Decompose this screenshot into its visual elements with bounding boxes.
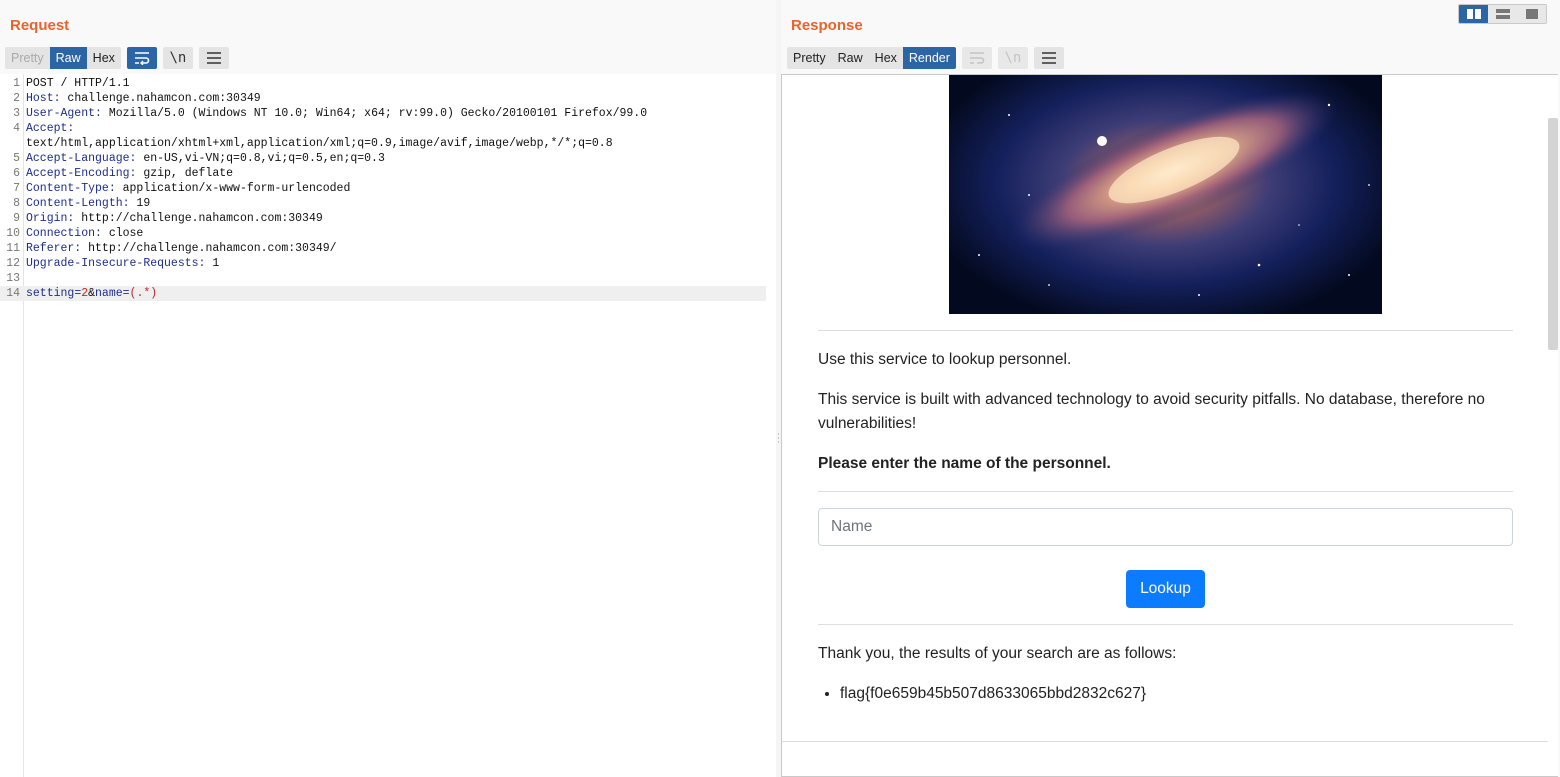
request-title: Request [10,17,70,34]
prompt-text: Please enter the name of the personnel. [818,455,1111,472]
request-line[interactable]: 8 Content-Length: 19 [0,196,770,211]
line-number: 13 [6,272,20,285]
line-number: 8 [13,197,20,210]
request-line[interactable]: 11 Referer: http://challenge.nahamcon.com… [0,241,770,256]
response-tab-raw[interactable]: Raw [831,47,869,69]
request-tab-pretty[interactable]: Pretty [5,47,50,69]
request-editor[interactable]: 1 POST / HTTP/1.1 2 Host: challenge.nahamco… [0,74,776,777]
response-render-view: Use this service to lookup personnel. Th… [781,74,1558,777]
header-value: en-US,vi-VN;q=0.8,vi;q=0.5,en;q=0.3 [136,152,385,165]
header-name: Host: [26,92,61,105]
response-toolbar: Pretty Raw Hex Render \n [787,47,1064,69]
header-name: Accept: [26,122,75,135]
name-input[interactable] [818,508,1513,546]
request-line[interactable]: text/html,application/xhtml+xml,applicat… [0,136,770,151]
response-view-tabs: Pretty Raw Hex Render [787,47,956,69]
request-line[interactable]: 10 Connection: close [0,226,770,241]
request-view-tabs: Pretty Raw Hex [5,47,121,69]
header-name: Upgrade-Insecure-Requests: [26,257,206,270]
request-line[interactable]: 1 POST / HTTP/1.1 [0,76,770,91]
param-eq: = [122,287,130,300]
request-line[interactable]: 9 Origin: http://challenge.nahamcon.com:3… [0,211,770,226]
description-text: This service is built with advanced tech… [818,391,1485,432]
menu-icon[interactable] [1033,47,1064,69]
param-value: (.*) [129,287,158,300]
request-line[interactable]: 5 Accept-Language: en-US,vi-VN;q=0.8,vi;q… [0,151,770,166]
request-line[interactable]: 13 [0,271,770,286]
divider [818,624,1513,625]
request-body-line[interactable]: 14 setting=2&name=(.*) [0,286,766,301]
response-tab-pretty[interactable]: Pretty [787,47,832,69]
request-line[interactable]: 6 Accept-Encoding: gzip, deflate [0,166,770,181]
header-name: Origin: [26,212,75,225]
header-name: Connection: [26,227,102,240]
word-wrap-icon [961,47,992,69]
param-key: setting [26,287,75,300]
layout-toggle [1458,4,1547,24]
request-tab-raw[interactable]: Raw [49,47,87,69]
request-tab-hex[interactable]: Hex [86,47,121,69]
line-number: 12 [6,257,20,270]
stacked-layout-icon[interactable] [1488,5,1517,23]
response-title: Response [791,17,863,34]
intro-text: Use this service to lookup personnel. [818,351,1072,368]
header-value: POST / HTTP/1.1 [26,77,130,90]
param-key: name [95,287,123,300]
header-value: close [101,227,144,240]
request-line[interactable]: 2 Host: challenge.nahamcon.com:30349 [0,91,770,106]
line-number: 14 [6,287,20,300]
divider [818,330,1513,331]
header-name: User-Agent: [26,107,102,120]
results-intro: Thank you, the results of your search ar… [818,645,1177,662]
line-number: 3 [13,107,20,120]
header-value: text/html,application/xhtml+xml,applicat… [26,137,613,150]
divider [782,741,1548,742]
response-tab-render[interactable]: Render [902,47,956,69]
header-name: Content-Type: [26,182,116,195]
request-pane: Request Pretty Raw Hex \n 1 POST / HTTP/1… [0,0,776,777]
show-newlines-button: \n [997,47,1028,69]
list-item: flag{f0e659b45b507d8633065bbd2832c627} [840,682,1146,706]
side-by-side-layout-icon[interactable] [1459,5,1488,23]
request-line[interactable]: 12 Upgrade-Insecure-Requests: 1 [0,256,770,271]
header-value: http://challenge.nahamcon.com:30349 [74,212,323,225]
line-number: 10 [6,227,20,240]
header-name: Accept-Language: [26,152,137,165]
show-newlines-button[interactable]: \n [162,47,193,69]
param-separator: & [88,287,96,300]
header-name: Content-Length: [26,197,130,210]
word-wrap-icon[interactable] [126,47,157,69]
header-value: 1 [205,257,220,270]
response-pane: Response Pretty Raw Hex Render \n Use th… [781,0,1560,777]
request-line[interactable]: 7 Content-Type: application/x-www-form-ur… [0,181,770,196]
request-line[interactable]: 4 Accept: [0,121,770,136]
header-value: http://challenge.nahamcon.com:30349/ [81,242,337,255]
header-value: Mozilla/5.0 (Windows NT 10.0; Win64; x64… [101,107,648,120]
request-toolbar: Pretty Raw Hex \n [5,47,229,69]
tabbed-layout-icon[interactable] [1517,5,1546,23]
header-value: application/x-www-form-urlencoded [115,182,351,195]
header-value: gzip, deflate [136,167,234,180]
vertical-scrollbar[interactable] [1548,118,1558,350]
line-number: 6 [13,167,20,180]
divider [818,491,1513,492]
results-list: flag{f0e659b45b507d8633065bbd2832c627} [840,682,1146,706]
line-number: 7 [13,182,20,195]
line-number: 11 [6,242,20,255]
request-line[interactable]: 3 User-Agent: Mozilla/5.0 (Windows NT 10.… [0,106,770,121]
line-number: 2 [13,92,20,105]
header-name: Referer: [26,242,82,255]
header-value: challenge.nahamcon.com:30349 [60,92,261,105]
line-number: 1 [13,77,20,90]
lookup-button[interactable]: Lookup [1126,570,1205,608]
line-number: 4 [13,122,20,135]
line-number: 5 [13,152,20,165]
line-number: 9 [13,212,20,225]
header-value: 19 [129,197,151,210]
header-name: Accept-Encoding: [26,167,137,180]
menu-icon[interactable] [198,47,229,69]
response-tab-hex[interactable]: Hex [868,47,903,69]
galaxy-image [949,75,1382,314]
